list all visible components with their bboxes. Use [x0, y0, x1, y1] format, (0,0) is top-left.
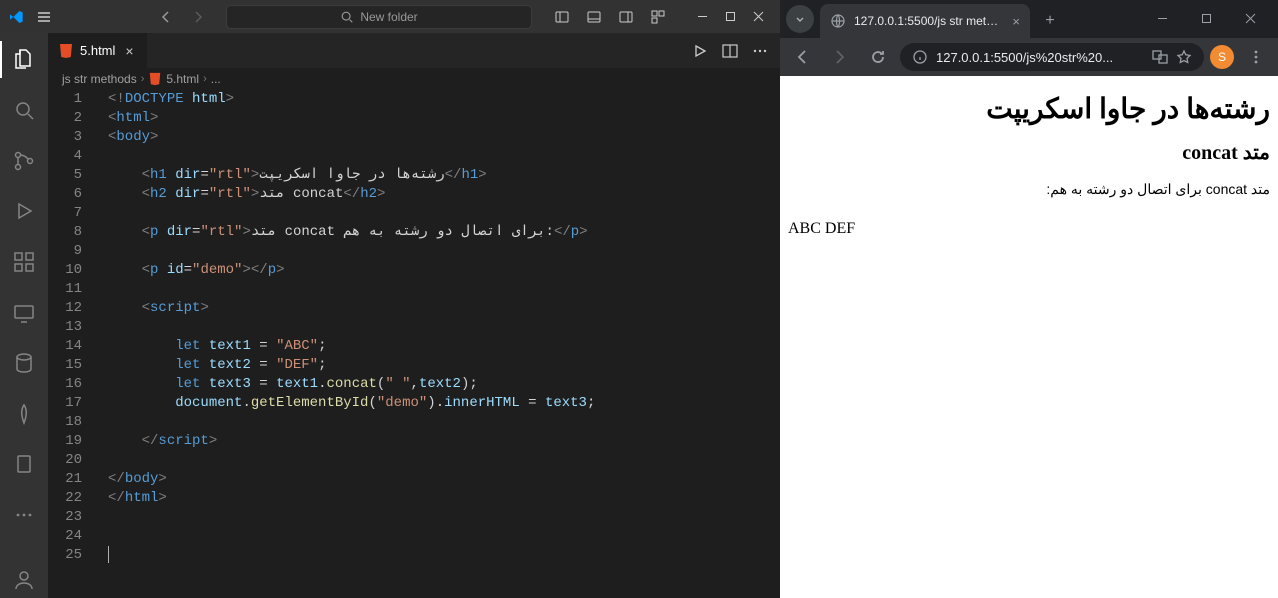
tab-close-icon[interactable]: ×	[1012, 14, 1020, 29]
maximize-icon[interactable]	[716, 3, 744, 31]
html-file-icon	[148, 72, 162, 86]
site-info-icon	[912, 49, 928, 65]
browser-toolbar: 127.0.0.1:5500/js%20str%20... S	[780, 38, 1278, 76]
account-icon[interactable]	[0, 561, 48, 598]
extensions-icon[interactable]	[0, 244, 48, 281]
page-demo-output: ABC DEF	[788, 220, 1270, 238]
tab-label: 5.html	[80, 43, 115, 58]
activity-bar	[0, 33, 48, 598]
more-icon[interactable]	[0, 497, 48, 534]
layout-icons	[548, 3, 672, 31]
browser-window-controls	[1140, 3, 1272, 38]
history-nav	[154, 5, 210, 29]
nav-back-icon[interactable]	[154, 5, 178, 29]
address-bar[interactable]: 127.0.0.1:5500/js%20str%20...	[900, 43, 1204, 71]
editor-actions	[680, 33, 780, 68]
panel-right-icon[interactable]	[612, 3, 640, 31]
nav-forward-icon[interactable]	[186, 5, 210, 29]
close-icon[interactable]	[744, 3, 772, 31]
page-h1: رشته‌ها در جاوا اسکریپت	[788, 92, 1270, 126]
command-center-search[interactable]: New folder	[226, 5, 532, 29]
minimize-icon[interactable]	[688, 3, 716, 31]
url-text: 127.0.0.1:5500/js%20str%20...	[936, 50, 1144, 65]
breadcrumb-trail: ...	[211, 72, 221, 86]
minimize-icon[interactable]	[1140, 3, 1184, 33]
search-icon	[340, 10, 354, 24]
bookmark-star-icon[interactable]	[1176, 49, 1192, 65]
tab-5-html[interactable]: 5.html ×	[48, 33, 148, 68]
bookmark-icon[interactable]	[0, 446, 48, 483]
panel-left-icon[interactable]	[548, 3, 576, 31]
breadcrumb-folder: js str methods	[62, 72, 137, 86]
run-debug-icon[interactable]	[0, 193, 48, 230]
panel-bottom-icon[interactable]	[580, 3, 608, 31]
code-area[interactable]: 1234567891011121314151617181920212223242…	[48, 90, 780, 598]
globe-icon	[830, 13, 846, 29]
search-tabs-button[interactable]	[786, 5, 814, 33]
reload-button[interactable]	[862, 41, 894, 73]
remote-icon[interactable]	[0, 294, 48, 331]
editor: 5.html × js str methods › 5.html › ... 1…	[48, 33, 780, 598]
vscode-logo-icon	[8, 9, 24, 25]
profile-avatar[interactable]: S	[1210, 45, 1234, 69]
browser-tab-title: 127.0.0.1:5500/js str methods/5	[854, 14, 1004, 28]
browser-tabstrip: 127.0.0.1:5500/js str methods/5 × +	[780, 0, 1278, 38]
breadcrumb-file: 5.html	[166, 72, 199, 86]
customize-layout-icon[interactable]	[644, 3, 672, 31]
browser-window: 127.0.0.1:5500/js str methods/5 × + 127.…	[780, 0, 1278, 598]
maximize-icon[interactable]	[1184, 3, 1228, 33]
window-controls	[688, 3, 772, 31]
mongodb-icon[interactable]	[0, 395, 48, 432]
vscode-window: New folder	[0, 0, 780, 598]
browser-menu-icon[interactable]	[1240, 41, 1272, 73]
tab-close-icon[interactable]: ×	[121, 43, 137, 59]
breadcrumbs[interactable]: js str methods › 5.html › ...	[48, 68, 780, 90]
database-icon[interactable]	[0, 345, 48, 382]
search-activity-icon[interactable]	[0, 92, 48, 129]
chevron-right-icon: ›	[203, 73, 207, 85]
explorer-icon[interactable]	[0, 41, 48, 78]
rendered-page: رشته‌ها در جاوا اسکریپت متد concat متد c…	[780, 76, 1278, 598]
more-actions-icon[interactable]	[750, 41, 770, 61]
hamburger-menu-button[interactable]	[32, 5, 56, 29]
new-tab-button[interactable]: +	[1036, 7, 1064, 35]
forward-button[interactable]	[824, 41, 856, 73]
line-numbers: 1234567891011121314151617181920212223242…	[48, 90, 100, 598]
titlebar: New folder	[0, 0, 780, 33]
search-text: New folder	[360, 10, 417, 24]
run-icon[interactable]	[690, 41, 710, 61]
code-content[interactable]: <!DOCTYPE html><html><body> <h1 dir="rtl…	[100, 90, 780, 598]
page-paragraph: متد concat برای اتصال دو رشته به هم:	[788, 181, 1270, 198]
translate-icon[interactable]	[1152, 49, 1168, 65]
page-h2: متد concat	[788, 140, 1270, 165]
close-icon[interactable]	[1228, 3, 1272, 33]
split-editor-icon[interactable]	[720, 41, 740, 61]
source-control-icon[interactable]	[0, 142, 48, 179]
browser-tab[interactable]: 127.0.0.1:5500/js str methods/5 ×	[820, 4, 1030, 38]
chevron-right-icon: ›	[141, 73, 145, 85]
tabs-row: 5.html ×	[48, 33, 780, 68]
back-button[interactable]	[786, 41, 818, 73]
html-file-icon	[58, 43, 74, 59]
